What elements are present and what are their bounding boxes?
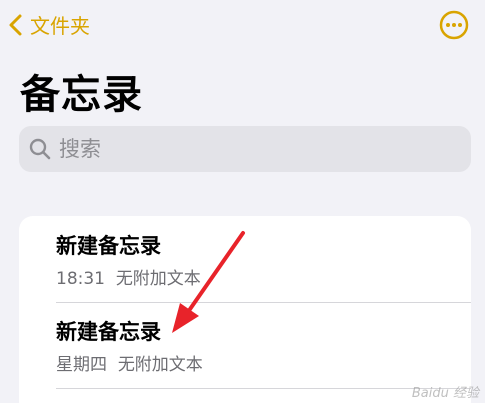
watermark: Baidu 经验 [411, 386, 479, 401]
note-preview: 无附加文本 [117, 355, 203, 375]
list-divider [56, 388, 471, 389]
note-meta: 18:31 无附加文本 [56, 264, 201, 289]
notes-app-screen: 文件夹 备忘录 新建备忘录 18:31 无附加文本 新建备忘录 星期四 无附加文… [0, 0, 485, 403]
back-label: 文件夹 [30, 14, 90, 38]
note-time: 18:31 [56, 269, 105, 289]
chevron-left-icon [9, 14, 22, 35]
note-title: 新建备忘录 [56, 234, 161, 258]
search-input[interactable] [57, 136, 421, 162]
more-options-button[interactable] [439, 10, 469, 40]
page-title: 备忘录 [20, 72, 143, 118]
note-list-item[interactable]: 新建备忘录 星期四 无附加文本 [56, 302, 471, 388]
note-meta: 星期四 无附加文本 [56, 350, 203, 375]
note-time: 星期四 [56, 355, 107, 375]
ellipsis-circle-icon [439, 10, 469, 40]
note-list-item[interactable]: 新建备忘录 18:31 无附加文本 [56, 216, 471, 302]
search-icon [29, 138, 51, 160]
note-title: 新建备忘录 [56, 320, 161, 344]
note-preview: 无附加文本 [115, 269, 201, 289]
back-to-folders-button[interactable]: 文件夹 [8, 10, 90, 39]
search-bar[interactable] [19, 126, 471, 172]
notes-list: 新建备忘录 18:31 无附加文本 新建备忘录 星期四 无附加文本 [19, 216, 471, 403]
